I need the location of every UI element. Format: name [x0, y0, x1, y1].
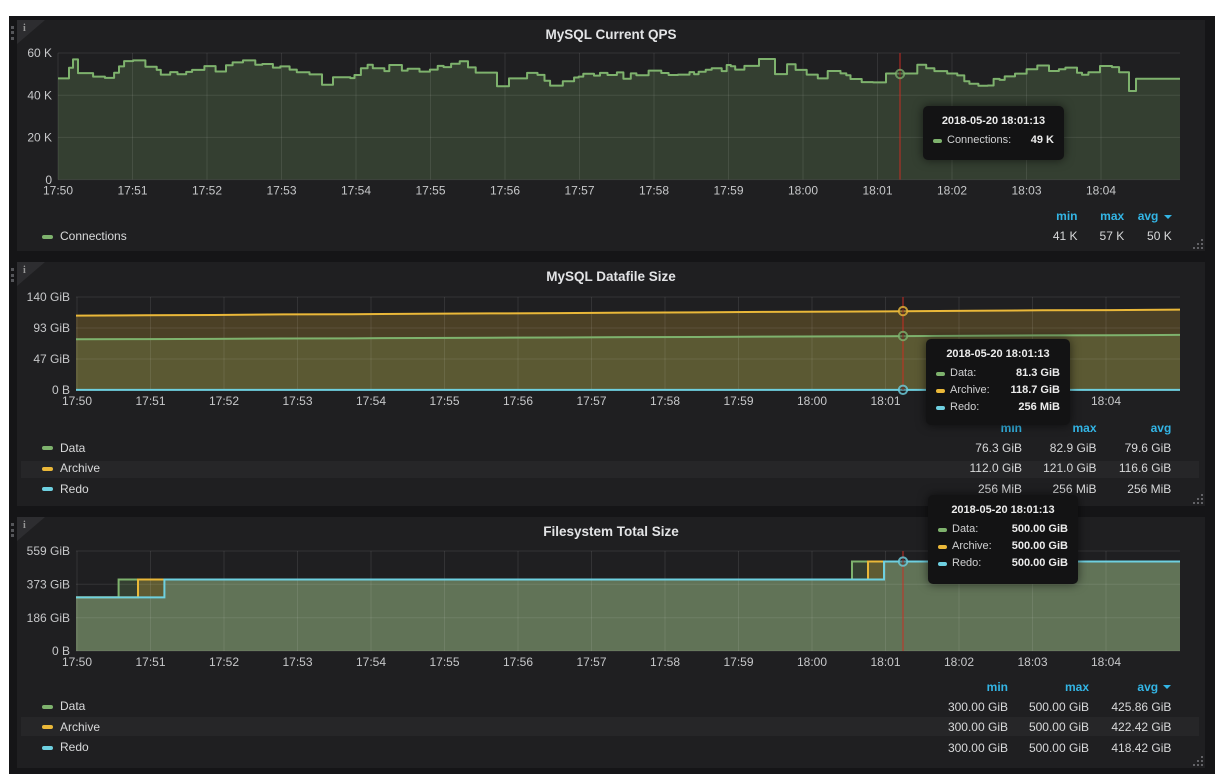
svg-text:18:04: 18:04 — [1091, 655, 1121, 669]
svg-text:18:03: 18:03 — [1011, 184, 1041, 198]
svg-text:17:57: 17:57 — [576, 394, 606, 408]
svg-text:17:56: 17:56 — [503, 655, 533, 669]
svg-text:17:50: 17:50 — [62, 394, 92, 408]
svg-text:18:01: 18:01 — [870, 394, 900, 408]
svg-text:17:50: 17:50 — [43, 184, 73, 198]
svg-text:17:53: 17:53 — [282, 394, 312, 408]
svg-text:17:55: 17:55 — [429, 394, 459, 408]
svg-text:559 GiB: 559 GiB — [27, 544, 70, 558]
svg-text:17:58: 17:58 — [639, 184, 669, 198]
svg-text:17:58: 17:58 — [650, 394, 680, 408]
svg-text:17:51: 17:51 — [135, 394, 165, 408]
svg-text:17:50: 17:50 — [62, 655, 92, 669]
svg-text:17:59: 17:59 — [723, 655, 753, 669]
svg-text:17:52: 17:52 — [209, 394, 239, 408]
svg-text:17:54: 17:54 — [341, 184, 371, 198]
svg-text:18:02: 18:02 — [944, 655, 974, 669]
svg-text:18:04: 18:04 — [1086, 184, 1116, 198]
svg-text:18:00: 18:00 — [797, 655, 827, 669]
svg-text:17:51: 17:51 — [135, 655, 165, 669]
svg-text:17:52: 17:52 — [192, 184, 222, 198]
svg-text:40 K: 40 K — [27, 88, 52, 102]
svg-text:186 GiB: 186 GiB — [27, 611, 70, 625]
svg-text:17:53: 17:53 — [266, 184, 296, 198]
svg-text:17:53: 17:53 — [282, 655, 312, 669]
svg-text:18:01: 18:01 — [870, 655, 900, 669]
svg-text:17:52: 17:52 — [209, 655, 239, 669]
svg-text:140 GiB: 140 GiB — [27, 290, 70, 304]
svg-text:18:00: 18:00 — [797, 394, 827, 408]
svg-text:17:51: 17:51 — [117, 184, 147, 198]
svg-text:17:58: 17:58 — [650, 655, 680, 669]
svg-text:47 GiB: 47 GiB — [33, 352, 70, 366]
svg-text:17:55: 17:55 — [429, 655, 459, 669]
svg-text:17:57: 17:57 — [564, 184, 594, 198]
svg-text:18:03: 18:03 — [1017, 655, 1047, 669]
svg-text:17:55: 17:55 — [415, 184, 445, 198]
svg-text:17:59: 17:59 — [713, 184, 743, 198]
svg-text:17:56: 17:56 — [490, 184, 520, 198]
svg-text:20 K: 20 K — [27, 131, 52, 145]
svg-text:18:02: 18:02 — [937, 184, 967, 198]
svg-text:17:54: 17:54 — [356, 655, 386, 669]
svg-text:373 GiB: 373 GiB — [27, 578, 70, 592]
svg-text:93 GiB: 93 GiB — [33, 321, 70, 335]
svg-text:18:01: 18:01 — [862, 184, 892, 198]
svg-text:17:54: 17:54 — [356, 394, 386, 408]
svg-text:17:57: 17:57 — [576, 655, 606, 669]
svg-text:17:59: 17:59 — [723, 394, 753, 408]
svg-text:17:56: 17:56 — [503, 394, 533, 408]
svg-text:60 K: 60 K — [27, 46, 52, 60]
svg-text:18:04: 18:04 — [1091, 394, 1121, 408]
svg-text:18:00: 18:00 — [788, 184, 818, 198]
